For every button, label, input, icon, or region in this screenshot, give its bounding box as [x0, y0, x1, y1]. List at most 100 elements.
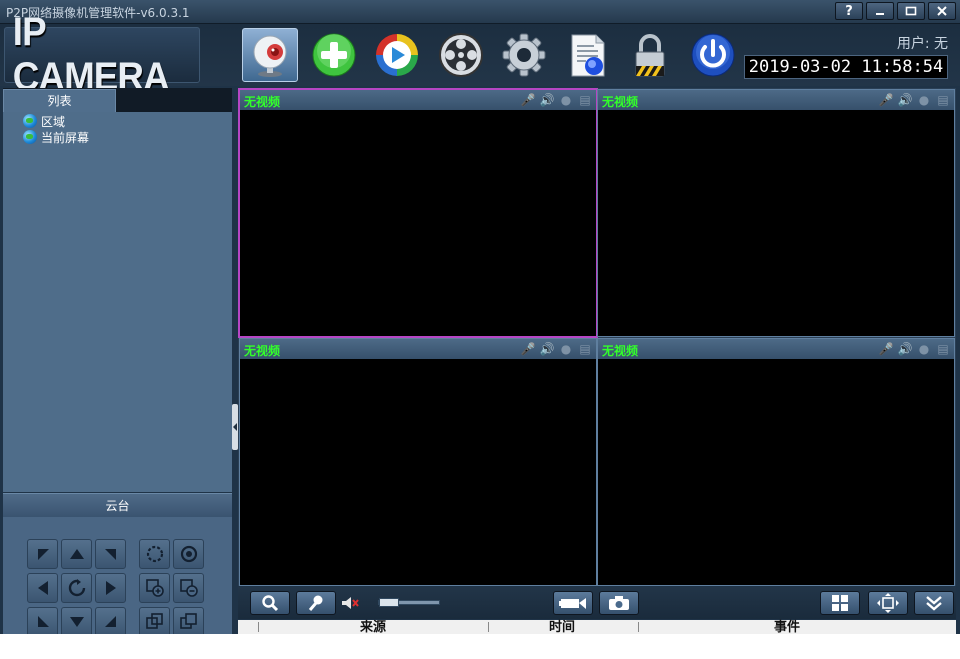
search-button[interactable] — [250, 591, 290, 615]
microphone-icon[interactable]: 🎤 — [878, 92, 894, 108]
talk-button[interactable] — [296, 591, 336, 615]
focus-far-icon — [179, 613, 197, 629]
move-arrows-icon — [877, 593, 899, 613]
iris-dotted-icon — [146, 545, 163, 563]
video-pane-header: 无视频 🎤 🔊 ● ▤ — [240, 90, 596, 110]
mute-icon[interactable] — [341, 596, 359, 613]
pane-status: 无视频 — [244, 344, 281, 358]
speaker-icon[interactable]: 🔊 — [897, 341, 913, 357]
ptz-up-left-button[interactable] — [27, 539, 58, 569]
ptz-header[interactable]: 云台 — [3, 493, 232, 517]
left-panel: 列表 区域 当前屏幕 云台 — [3, 88, 232, 634]
microphone-icon[interactable]: 🎤 — [520, 341, 536, 357]
record-icon[interactable]: ● — [916, 341, 932, 357]
arrow-down-icon — [69, 617, 84, 627]
minimize-button[interactable] — [866, 2, 894, 20]
record-icon[interactable]: ● — [916, 92, 932, 108]
layout-icon[interactable]: ▤ — [935, 92, 951, 108]
zoom-out-icon — [179, 579, 198, 597]
maximize-button[interactable] — [897, 2, 925, 20]
split-screen-button[interactable] — [820, 591, 860, 615]
ptz-down-left-button[interactable] — [27, 607, 58, 634]
grid-layout-icon — [832, 595, 848, 611]
toolbar-log-button[interactable] — [559, 28, 615, 82]
arrow-right-icon — [105, 581, 116, 595]
focus-near-icon — [145, 613, 163, 629]
microphone-icon[interactable]: 🎤 — [878, 341, 894, 357]
lock-icon — [635, 34, 665, 77]
video-pane-4[interactable]: 无视频 🎤 🔊 ● ▤ — [597, 338, 955, 586]
column-event[interactable]: 事件 — [774, 620, 800, 634]
microphone-icon[interactable]: 🎤 — [520, 92, 536, 108]
video-pane-2[interactable]: 无视频 🎤 🔊 ● ▤ — [597, 89, 955, 337]
speaker-icon[interactable]: 🔊 — [539, 341, 555, 357]
tab-list[interactable]: 列表 — [3, 89, 116, 112]
iris-open-button[interactable] — [173, 539, 204, 569]
video-pane-3[interactable]: 无视频 🎤 🔊 ● ▤ — [239, 338, 597, 586]
zoom-out-button[interactable] — [173, 573, 204, 603]
globe-icon — [23, 114, 37, 128]
layout-icon[interactable]: ▤ — [577, 341, 593, 357]
tree-item-area[interactable]: 区域 — [23, 113, 65, 129]
layout-icon[interactable]: ▤ — [577, 92, 593, 108]
ptz-up-button[interactable] — [61, 539, 92, 569]
close-button[interactable] — [928, 2, 956, 20]
layout-icon[interactable]: ▤ — [935, 341, 951, 357]
column-separator — [488, 622, 489, 632]
snapshot-button[interactable] — [599, 591, 639, 615]
ptz-center-button[interactable] — [61, 573, 92, 603]
iris-close-button[interactable] — [139, 539, 170, 569]
video-grid: 无视频 🎤 🔊 ● ▤ 无视频 🎤 🔊 ● ▤ 无视频 🎤 🔊 ● ▤ 无视频 … — [238, 88, 956, 586]
column-source[interactable]: 来源 — [360, 620, 386, 634]
pane-status: 无视频 — [244, 95, 281, 109]
arrow-up-right-icon — [104, 549, 116, 560]
toolbar-lock-button[interactable] — [622, 28, 678, 82]
ptz-left-button[interactable] — [27, 573, 58, 603]
ptz-down-button[interactable] — [61, 607, 92, 634]
speaker-icon[interactable]: 🔊 — [539, 92, 555, 108]
focus-far-button[interactable] — [173, 607, 204, 634]
search-icon — [262, 595, 279, 612]
toolbar-playback-button[interactable] — [369, 28, 425, 82]
record-video-button[interactable] — [553, 591, 593, 615]
column-separator — [638, 622, 639, 632]
arrow-up-left-icon — [37, 549, 49, 560]
microphone-icon — [308, 595, 323, 611]
volume-slider-knob[interactable] — [379, 598, 399, 607]
pane-status: 无视频 — [602, 95, 639, 109]
add-icon — [312, 33, 356, 77]
ptz-controls — [3, 517, 232, 634]
camera-monitor-icon — [253, 35, 287, 77]
video-pane-1[interactable]: 无视频 🎤 🔊 ● ▤ — [238, 88, 598, 338]
fullscreen-button[interactable] — [868, 591, 908, 615]
toolbar-settings-button[interactable] — [496, 28, 552, 82]
zoom-in-button[interactable] — [139, 573, 170, 603]
focus-near-button[interactable] — [139, 607, 170, 634]
help-button[interactable]: ? — [835, 2, 863, 20]
aperture-icon — [180, 545, 197, 563]
record-icon[interactable]: ● — [558, 92, 574, 108]
ptz-down-right-button[interactable] — [95, 607, 126, 634]
speaker-icon[interactable]: 🔊 — [897, 92, 913, 108]
column-time[interactable]: 时间 — [549, 620, 575, 634]
ptz-up-right-button[interactable] — [95, 539, 126, 569]
arrow-down-left-icon — [37, 616, 49, 627]
app-logo: IP CAMERA — [4, 10, 200, 99]
power-icon — [691, 33, 735, 77]
expand-events-button[interactable] — [914, 591, 954, 615]
record-icon[interactable]: ● — [558, 341, 574, 357]
toolbar-record-button[interactable] — [433, 28, 489, 82]
refresh-icon — [68, 579, 85, 597]
toolbar-camera-button[interactable] — [242, 28, 298, 82]
video-toolbar — [238, 587, 956, 619]
tree-item-current-screen[interactable]: 当前屏幕 — [23, 129, 89, 145]
log-document-icon — [571, 34, 605, 77]
device-tree: 区域 当前屏幕 — [3, 112, 232, 492]
pane-icons: 🎤 🔊 ● ▤ — [520, 92, 593, 108]
toolbar-add-button[interactable] — [306, 28, 362, 82]
volume-slider[interactable] — [378, 598, 440, 607]
toolbar-exit-button[interactable] — [685, 28, 741, 82]
pane-status: 无视频 — [602, 344, 639, 358]
ptz-right-button[interactable] — [95, 573, 126, 603]
tree-item-label: 当前屏幕 — [41, 130, 90, 145]
